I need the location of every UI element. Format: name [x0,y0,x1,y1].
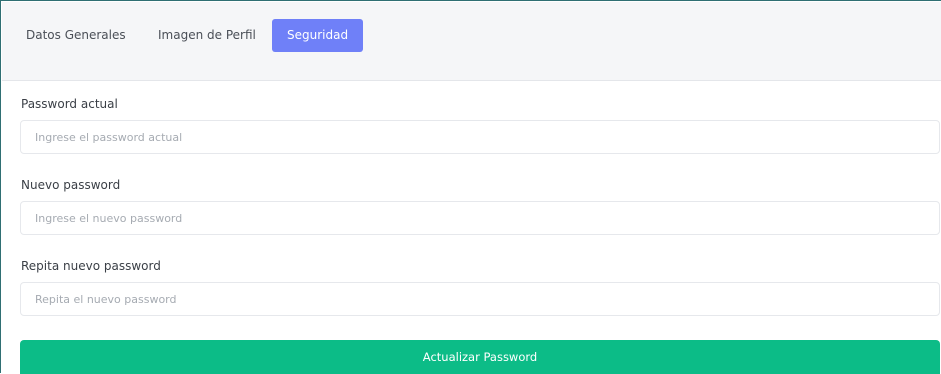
tab-imagen-de-perfil[interactable]: Imagen de Perfil [158,19,256,52]
tab-datos-generales[interactable]: Datos Generales [26,19,126,52]
new-password-label: Nuevo password [21,178,121,192]
tab-seguridad[interactable]: Seguridad [272,19,363,52]
current-password-input[interactable] [20,120,940,154]
security-card: Datos Generales Imagen de Perfil Segurid… [0,0,941,374]
tab-bar: Datos Generales Imagen de Perfil Segurid… [2,2,941,81]
repeat-password-label: Repita nuevo password [21,259,161,273]
current-password-label: Password actual [21,97,118,111]
update-password-button[interactable]: Actualizar Password [20,340,940,374]
new-password-input[interactable] [20,201,940,235]
repeat-password-input[interactable] [20,282,940,316]
